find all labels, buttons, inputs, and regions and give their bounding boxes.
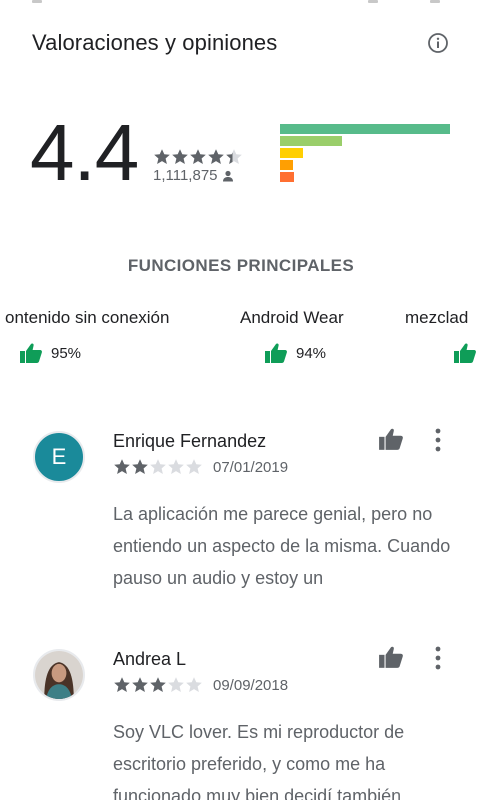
avatar-photo-image xyxy=(35,651,83,699)
review-stars xyxy=(113,458,203,476)
helpful-thumbs-up-button[interactable] xyxy=(378,427,404,451)
thumbs-up-icon xyxy=(20,343,42,363)
more-vert-icon xyxy=(435,428,441,452)
star-icon xyxy=(208,149,224,164)
rating-histogram xyxy=(280,124,452,184)
histogram-bar-2 xyxy=(280,160,293,170)
feature-name: Android Wear xyxy=(240,308,344,327)
person-icon xyxy=(222,170,233,181)
info-icon[interactable] xyxy=(427,32,449,54)
star-icon xyxy=(226,149,242,164)
star-icon xyxy=(168,677,184,692)
thumbs-up-icon xyxy=(379,646,403,668)
avatar: E xyxy=(33,431,85,483)
ratings-count-value: 1,111,875 xyxy=(153,167,218,184)
reviewer-name: Enrique Fernandez xyxy=(113,431,267,451)
star-icon xyxy=(114,459,130,474)
more-options-button[interactable] xyxy=(432,646,444,670)
star-icon xyxy=(190,149,206,164)
star-icon xyxy=(172,149,188,164)
star-icon xyxy=(168,459,184,474)
histogram-bar-4 xyxy=(280,136,342,146)
star-icon xyxy=(186,459,202,474)
feature-name: ontenido sin conexión xyxy=(5,308,170,327)
avatar xyxy=(33,649,85,701)
thumbs-up-icon xyxy=(379,428,403,450)
review-text-container[interactable]: Soy VLC lover. Es mi reproductor de escr… xyxy=(113,716,453,800)
star-icon xyxy=(186,677,202,692)
review-stars xyxy=(113,676,203,694)
feature-chip-android-wear[interactable]: Android Wear 94% xyxy=(240,308,344,368)
feature-score-row: 95% xyxy=(19,342,81,364)
more-options-button[interactable] xyxy=(432,428,444,452)
star-icon xyxy=(114,677,130,692)
star-icon xyxy=(150,677,166,692)
helpful-thumbs-up-button[interactable] xyxy=(378,645,404,669)
star-icon xyxy=(132,677,148,692)
reviewer-name: Andrea L xyxy=(113,649,187,669)
feature-chip-offline[interactable]: ontenido sin conexión 95% xyxy=(5,308,169,368)
more-vert-icon xyxy=(435,646,441,670)
feature-score-row xyxy=(453,342,485,364)
average-rating-stars xyxy=(153,148,243,166)
review-date: 07/01/2019 xyxy=(213,458,289,476)
review-text-container[interactable]: La aplicación me parece genial, pero no … xyxy=(113,498,453,594)
feature-chip-mezclado[interactable]: mezclad xyxy=(405,308,500,368)
histogram-bar-1 xyxy=(280,172,294,182)
review-text: Soy VLC lover. Es mi reproductor de escr… xyxy=(113,722,405,800)
feature-score: 94% xyxy=(296,344,327,362)
thumbs-up-icon xyxy=(454,343,476,363)
review-meta: 09/09/2018 xyxy=(113,676,288,694)
text-fade xyxy=(393,780,453,800)
histogram-bar-3 xyxy=(280,148,303,158)
average-rating: 4.4 xyxy=(30,108,139,197)
histogram-bar-5 xyxy=(280,124,450,134)
review-meta: 07/01/2019 xyxy=(113,458,288,476)
thumbs-up-icon xyxy=(265,343,287,363)
feature-score-row: 94% xyxy=(264,342,326,364)
star-icon xyxy=(132,459,148,474)
status-bar-sliver xyxy=(0,0,500,4)
features-heading: FUNCIONES PRINCIPALES xyxy=(127,256,355,275)
ratings-count: 1,111,875 xyxy=(153,167,234,184)
text-fade xyxy=(393,562,453,594)
star-icon xyxy=(154,149,170,164)
feature-name: mezclad xyxy=(405,308,469,327)
ratings-section-title: Valoraciones y opiniones xyxy=(32,30,278,55)
star-icon xyxy=(150,459,166,474)
review-date: 09/09/2018 xyxy=(213,676,289,694)
feature-score: 95% xyxy=(51,344,82,362)
